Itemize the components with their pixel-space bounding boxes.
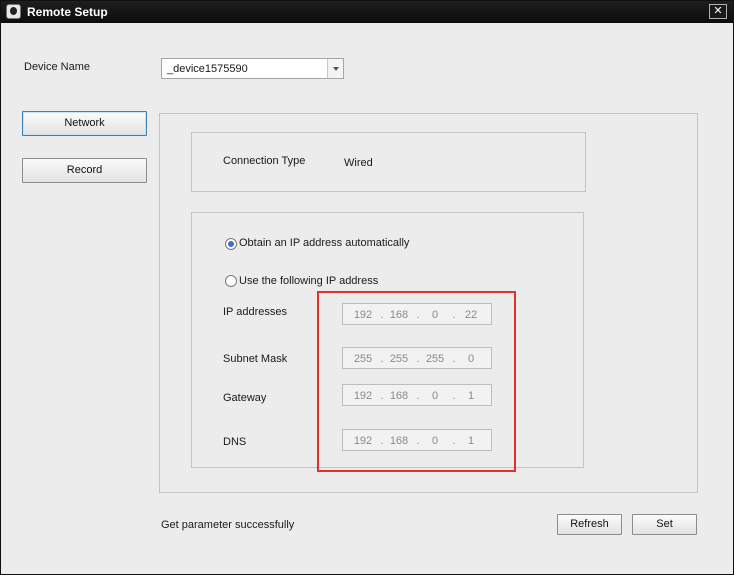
close-button[interactable]: ✕ xyxy=(709,4,727,19)
manual-ip-radio[interactable] xyxy=(225,275,237,287)
manual-ip-label[interactable]: Use the following IP address xyxy=(239,275,378,287)
auto-ip-radio[interactable] xyxy=(225,238,237,250)
dns-label: DNS xyxy=(223,436,247,448)
connection-type-label: Connection Type xyxy=(223,155,306,167)
ip-address-label: IP addresses xyxy=(223,306,288,318)
status-text: Get parameter successfully xyxy=(161,519,295,531)
chevron-down-icon[interactable] xyxy=(327,59,343,78)
network-button[interactable]: Network xyxy=(22,111,147,136)
device-name-label: Device Name xyxy=(24,61,91,73)
window-title: Remote Setup xyxy=(27,5,108,19)
remote-setup-window: Remote Setup ✕ Device Name _device157559… xyxy=(0,0,734,575)
highlight-box xyxy=(317,291,516,472)
set-button[interactable]: Set xyxy=(632,514,697,535)
title-bar[interactable]: Remote Setup ✕ xyxy=(1,1,733,23)
refresh-button[interactable]: Refresh xyxy=(557,514,622,535)
device-name-value: _device1575590 xyxy=(167,63,248,75)
record-button[interactable]: Record xyxy=(22,158,147,183)
device-name-select[interactable]: _device1575590 xyxy=(161,58,344,79)
subnet-mask-label: Subnet Mask xyxy=(223,353,288,365)
auto-ip-label[interactable]: Obtain an IP address automatically xyxy=(239,237,409,249)
app-icon xyxy=(6,4,21,19)
connection-type-value: Wired xyxy=(344,157,373,169)
gateway-label: Gateway xyxy=(223,392,267,404)
